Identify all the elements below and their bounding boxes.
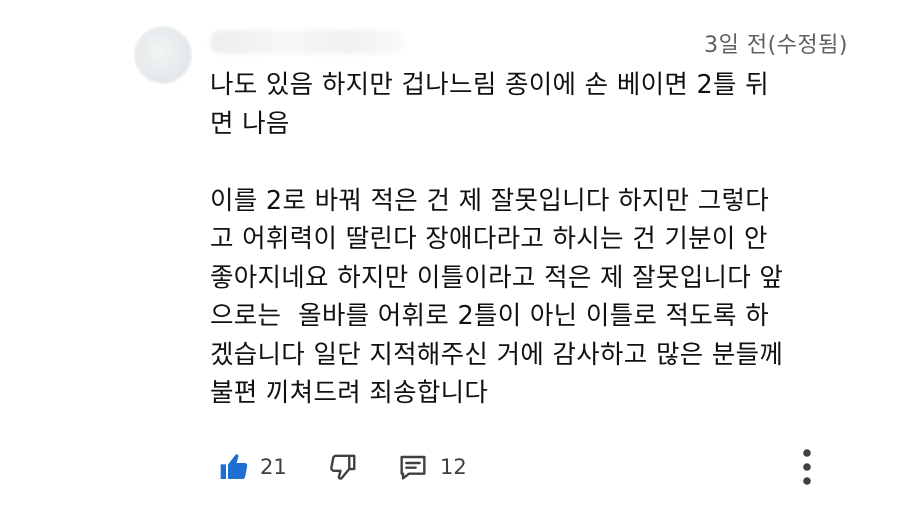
comment-line: [210, 143, 860, 182]
comment-line: 으로는 올바를 어휘로 2틀이 아닌 이틀로 적도록 하: [210, 301, 769, 331]
reply-button[interactable]: 12: [396, 449, 467, 485]
comment-line: 좋아지네요 하지만 이틀이라고 적은 제 잘못입니다 앞: [210, 262, 784, 293]
comment-actions: 21 12: [218, 449, 838, 485]
thumbs-up-filled-icon: [218, 451, 250, 483]
vertical-dots-icon: [801, 447, 813, 487]
comment-line: 고 어휘력이 딸린다 장애다라고 하시는 건 기분이 안: [210, 224, 768, 254]
like-count: 21: [260, 455, 287, 479]
author-name-redacted[interactable]: [210, 30, 405, 54]
comment-line: 면 나음: [210, 108, 290, 139]
reply-count: 12: [440, 455, 467, 479]
comment-line: 이를 2로 바꿔 적은 건 제 잘못입니다 하지만 그렇다: [210, 185, 769, 216]
thumbs-down-outline-icon: [328, 451, 358, 483]
comment-card: 3일 전(수정됨) 나도 있음 하지만 겁나느림 종이에 손 베이면 2틀 뒤 …: [0, 0, 900, 513]
like-button[interactable]: 21: [218, 449, 287, 485]
comment-line: 나도 있음 하지만 겁나느림 종이에 손 베이면 2틀 뒤: [210, 70, 769, 100]
comment-line: 겠습니다 일단 지적해주신 거에 감사하고 많은 분들께: [210, 339, 784, 370]
comment-timestamp: 3일 전(수정됨): [704, 33, 848, 58]
comment-line: 불편 끼쳐드려 죄송합니다: [210, 378, 489, 408]
more-options-button[interactable]: [801, 449, 813, 485]
comment-body: 나도 있음 하지만 겁나느림 종이에 손 베이면 2틀 뒤 면 나음 이를 2로…: [210, 66, 860, 413]
comment-reply-icon: [396, 451, 430, 483]
avatar[interactable]: [134, 26, 192, 84]
dislike-button[interactable]: [328, 449, 358, 485]
